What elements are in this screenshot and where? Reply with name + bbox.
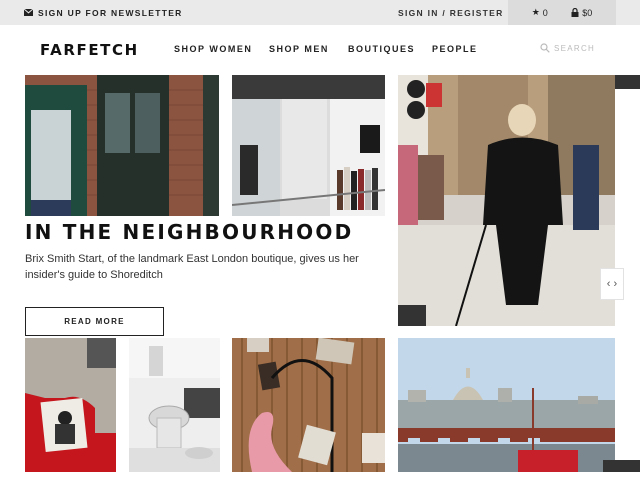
wishlist-count: 0 xyxy=(542,7,548,18)
feature-description: Brix Smith Start, of the landmark East L… xyxy=(25,253,359,281)
next-tile-edge xyxy=(615,460,640,472)
bag-total: $0 xyxy=(582,7,593,18)
envelope-icon xyxy=(24,9,33,16)
logo[interactable]: FARFETCH xyxy=(40,41,139,59)
nav-boutiques[interactable]: BOUTIQUES xyxy=(348,44,415,54)
boutique-interior-image[interactable] xyxy=(232,75,385,216)
lock-bag-icon xyxy=(571,8,579,17)
bag-button[interactable]: $0 xyxy=(571,8,592,18)
newsletter-label: SIGN UP FOR NEWSLETTER xyxy=(38,7,183,18)
nav-people[interactable]: PEOPLE xyxy=(432,44,478,54)
wishlist-button[interactable]: ★ 0 xyxy=(532,7,548,18)
utility-bar: SIGN UP FOR NEWSLETTER SIGN IN / REGISTE… xyxy=(0,0,640,25)
nav-shop-women[interactable]: SHOP WOMEN xyxy=(174,44,252,54)
signin-register-link[interactable]: SIGN IN / REGISTER xyxy=(398,0,504,25)
nav-shop-men[interactable]: SHOP MEN xyxy=(269,44,329,54)
star-icon: ★ xyxy=(531,7,540,17)
red-sofa-image[interactable] xyxy=(25,338,116,472)
carousel-arrow-button[interactable]: ‹ › xyxy=(600,268,624,300)
storefront-image[interactable] xyxy=(25,75,219,216)
street-portrait-image[interactable] xyxy=(398,75,615,326)
main-nav: FARFETCH SHOP WOMEN SHOP MEN BOUTIQUES P… xyxy=(0,25,640,75)
search-label: SEARCH xyxy=(554,43,596,53)
glassware-image[interactable] xyxy=(129,338,220,472)
feature-headline[interactable]: IN THE NEIGHBOURHOOD xyxy=(25,220,353,244)
search-icon xyxy=(540,43,550,53)
search-input[interactable]: SEARCH xyxy=(540,43,595,53)
read-more-button[interactable]: READ MORE xyxy=(25,307,164,336)
next-slide-edge xyxy=(615,75,640,89)
london-skyline-image[interactable] xyxy=(398,338,615,472)
account-summary: ★ 0 $0 xyxy=(508,0,616,25)
flamingo-lamp-image[interactable] xyxy=(232,338,385,472)
newsletter-link[interactable]: SIGN UP FOR NEWSLETTER xyxy=(24,0,183,25)
